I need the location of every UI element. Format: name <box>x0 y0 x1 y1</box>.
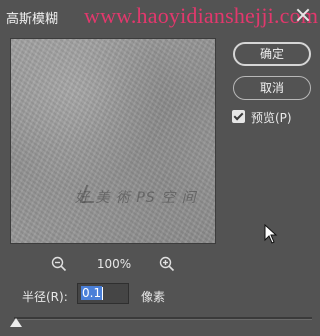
preview-checkbox[interactable] <box>232 110 245 123</box>
dialog-title: 高斯模糊 <box>6 12 59 27</box>
preview-checkbox-label[interactable]: 预览(P) <box>251 109 292 126</box>
cancel-button[interactable]: 取消 <box>233 76 311 100</box>
radius-input[interactable]: 0.1 <box>77 283 129 304</box>
radius-value: 0.1 <box>81 286 103 300</box>
title-bar[interactable]: 高斯模糊 www.haoyidianshejji.com <box>0 0 320 30</box>
radius-slider-thumb[interactable] <box>10 318 22 327</box>
preview-canvas[interactable]: 好 美 術 PS 空 间 <box>10 38 216 244</box>
zoom-in-icon[interactable] <box>159 256 175 272</box>
close-icon[interactable] <box>294 6 312 24</box>
radius-slider-track[interactable] <box>14 317 312 320</box>
zoom-out-icon[interactable] <box>51 256 67 272</box>
radius-label: 半径(R): <box>22 290 68 304</box>
text-caret <box>102 287 104 300</box>
zoom-level: 100% <box>96 257 132 271</box>
mouse-cursor-icon <box>264 224 278 244</box>
preview-watermark: 好 美 術 PS 空 间 <box>75 190 197 206</box>
radius-unit: 像素 <box>141 290 166 304</box>
ok-button[interactable]: 确定 <box>233 42 311 66</box>
watermark-url: www.haoyidianshejji.com <box>84 3 319 28</box>
preview-texture <box>11 39 215 243</box>
gaussian-blur-dialog: 高斯模糊 www.haoyidianshejji.com 好 美 術 PS 空 … <box>0 0 320 336</box>
